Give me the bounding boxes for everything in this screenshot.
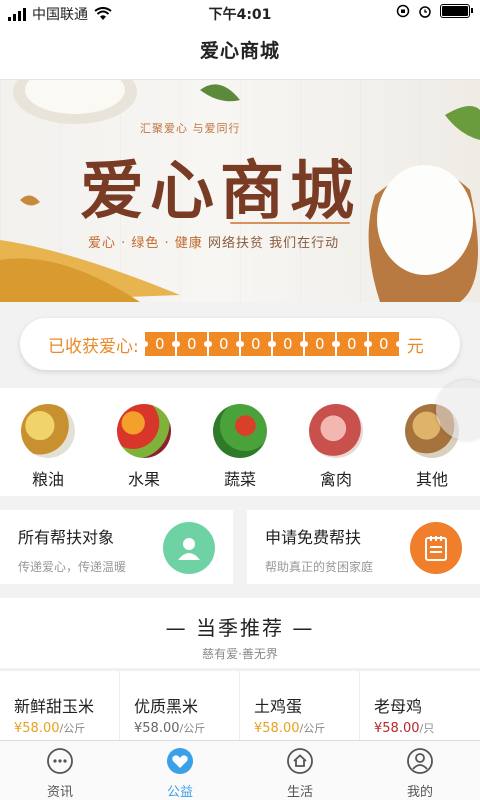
product-price: ¥58.00 (374, 721, 420, 736)
tab-label: 我的 (406, 785, 433, 800)
product-price: ¥58.00 (14, 721, 60, 736)
product-price-row: ¥58.00/公斤 (134, 720, 239, 736)
help-cards: 所有帮扶对象 传递爱心，传递温暖 申请免费帮扶 帮助真正的贫困家庭 (0, 510, 480, 584)
category-label: 水果 (127, 470, 160, 489)
promo-banner[interactable]: 汇聚爱心 与爱同行 爱心商城 爱心 · 绿色 · 健康 网络扶贫 我们在行动 (0, 80, 480, 302)
all-beneficiaries-card[interactable]: 所有帮扶对象 传递爱心，传递温暖 (0, 510, 233, 584)
product-price-row: ¥58.00/公斤 (254, 720, 359, 736)
tab-label: 公益 (166, 785, 193, 800)
counter-digit: 0 (333, 332, 370, 356)
counter-digit: 0 (237, 332, 274, 356)
orientation-lock-icon (396, 4, 410, 18)
tab-charity[interactable]: 公益 (120, 741, 240, 800)
product-unit: /公斤 (299, 722, 326, 735)
bottom-tab-bar: 资讯 公益 生活 我的 (0, 740, 480, 800)
product-card[interactable]: 老母鸡 ¥58.00/只 (360, 671, 480, 740)
tab-life[interactable]: 生活 (240, 741, 360, 800)
counter-digit: 0 (173, 332, 210, 356)
tab-label: 生活 (286, 785, 313, 800)
chat-bubble-icon (47, 748, 73, 774)
product-name: 优质黑米 (134, 697, 199, 716)
product-unit: /只 (419, 722, 435, 735)
banner-title: 爱心商城 (80, 154, 360, 229)
counter-digit: 0 (141, 332, 178, 356)
banner-slogan: 爱心 · 绿色 · 健康 网络扶贫 我们在行动 (88, 232, 339, 251)
category-fruit[interactable]: 水果 (96, 388, 192, 496)
product-list: 新鲜甜玉米 ¥58.00/公斤 优质黑米 ¥58.00/公斤 土鸡蛋 ¥58.0… (0, 670, 480, 740)
tab-label: 资讯 (46, 785, 73, 800)
product-price-row: ¥58.00/只 (374, 720, 480, 736)
tab-mine[interactable]: 我的 (360, 741, 480, 800)
product-card[interactable]: 土鸡蛋 ¥58.00/公斤 (240, 671, 360, 740)
notepad-icon (410, 522, 462, 574)
product-price-row: ¥58.00/公斤 (14, 720, 119, 736)
counter-digit: 0 (205, 332, 242, 356)
product-price: ¥58.00 (254, 721, 300, 736)
counter-digit: 0 (269, 332, 306, 356)
counter-digit: 0 (365, 332, 402, 356)
category-label: 蔬菜 (223, 470, 256, 489)
product-card[interactable]: 新鲜甜玉米 ¥58.00/公斤 (0, 671, 120, 740)
product-unit: /公斤 (59, 722, 86, 735)
category-vegetables[interactable]: 蔬菜 (192, 388, 288, 496)
product-name: 新鲜甜玉米 (14, 697, 95, 716)
status-bar: 中国联通 下午4:01 (0, 0, 480, 26)
vegetables-image (213, 404, 267, 458)
product-unit: /公斤 (179, 722, 206, 735)
category-label: 粮油 (31, 470, 64, 489)
person-icon (163, 522, 215, 574)
product-name: 老母鸡 (374, 697, 423, 716)
product-price: ¥58.00 (134, 721, 180, 736)
category-label: 禽肉 (319, 470, 352, 489)
nav-bar: 爱心商城 (0, 26, 480, 80)
love-counter: 已收获爱心: 0 0 0 0 0 0 0 0 元 (20, 318, 460, 370)
section-subtitle: 慈有爱·善无界 (202, 647, 278, 661)
banner-slogan-left: 爱心 · 绿色 · 健康 (88, 236, 203, 251)
category-row: 粮油 水果 蔬菜 禽肉 其他 (0, 388, 480, 496)
category-grain-oil[interactable]: 粮油 (0, 388, 96, 496)
category-label: 其他 (415, 470, 448, 489)
section-title: — 当季推荐 — (165, 616, 315, 640)
grain-oil-image (21, 404, 75, 458)
product-name: 土鸡蛋 (254, 697, 303, 716)
banner-slogan-right: 网络扶贫 我们在行动 (207, 236, 340, 251)
counter-digits: 0 0 0 0 0 0 0 0 (141, 332, 402, 356)
user-icon (407, 748, 433, 774)
banner-tagline: 汇聚爱心 与爱同行 (140, 122, 241, 135)
home-icon (287, 748, 313, 774)
page-title: 爱心商城 (199, 40, 280, 62)
meat-image (309, 404, 363, 458)
counter-unit: 元 (406, 336, 424, 357)
product-card[interactable]: 优质黑米 ¥58.00/公斤 (120, 671, 240, 740)
fruit-image (117, 404, 171, 458)
counter-digit: 0 (301, 332, 338, 356)
seasonal-recommend-section: — 当季推荐 — 慈有爱·善无界 (0, 598, 480, 668)
counter-label: 已收获爱心: (48, 336, 139, 357)
category-poultry-meat[interactable]: 禽肉 (288, 388, 384, 496)
alarm-icon (419, 6, 431, 18)
heart-hands-icon (167, 748, 193, 774)
battery-icon (440, 4, 473, 18)
apply-help-card[interactable]: 申请免费帮扶 帮助真正的贫困家庭 (247, 510, 480, 584)
tab-news[interactable]: 资讯 (0, 741, 120, 800)
